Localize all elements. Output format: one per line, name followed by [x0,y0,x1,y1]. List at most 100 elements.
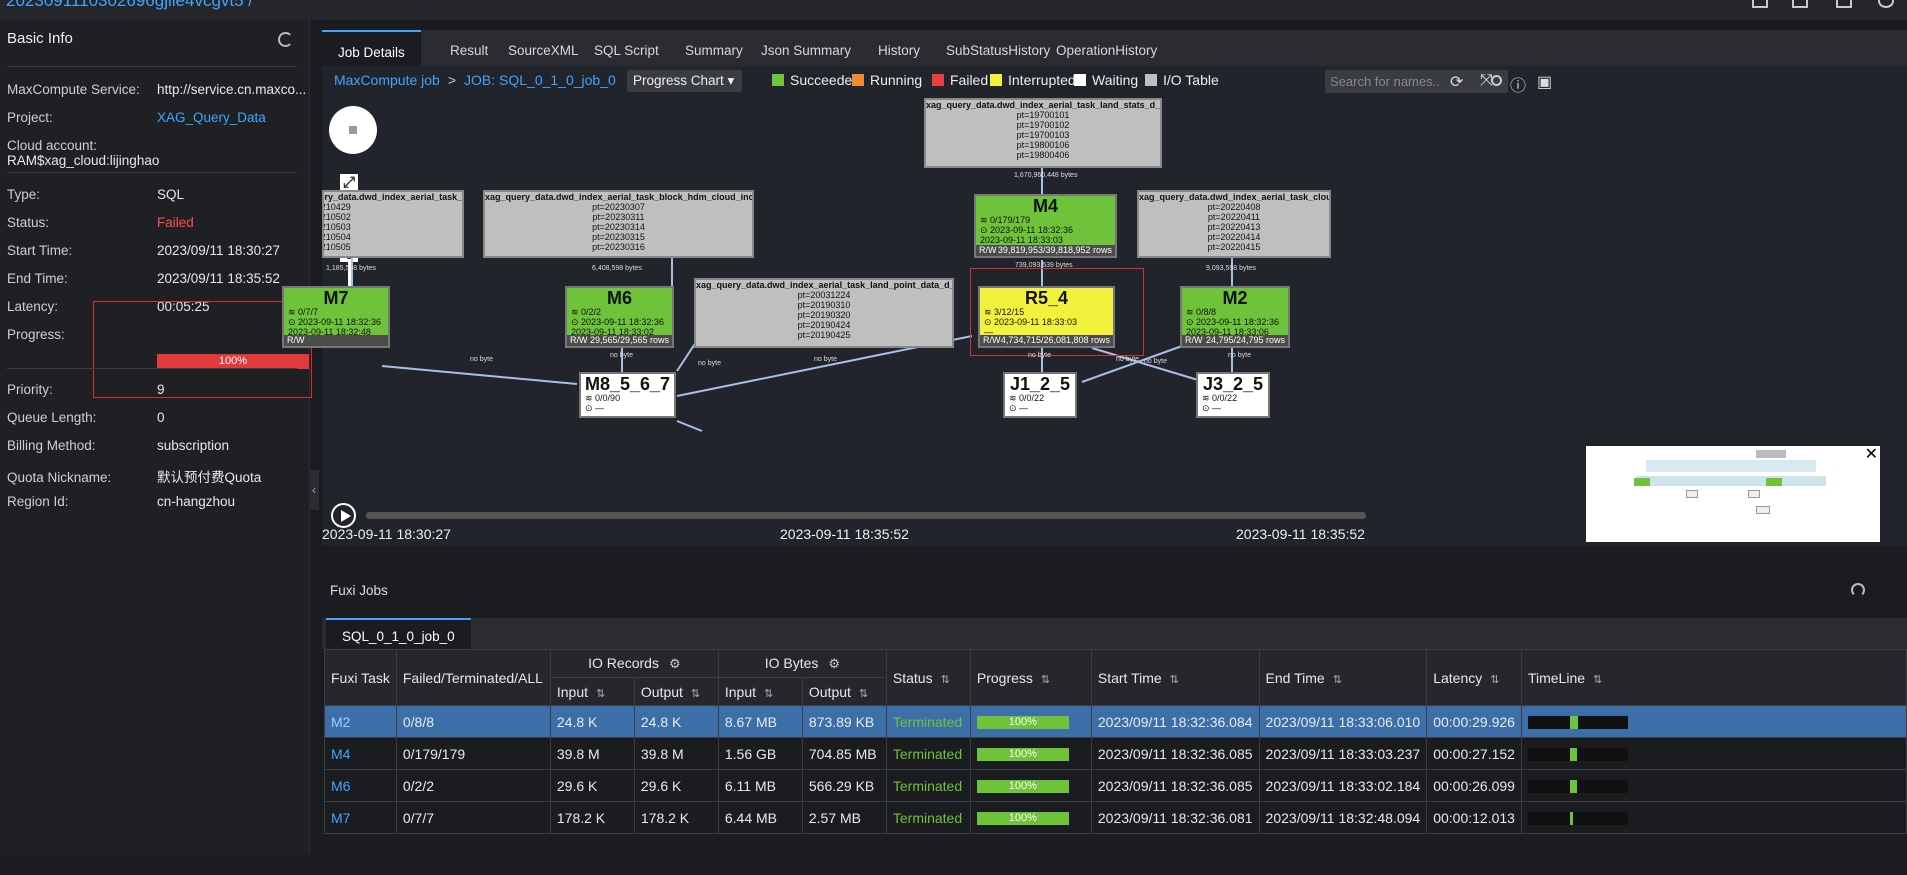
timeline-track[interactable] [366,512,1366,519]
sort-icon[interactable]: ⇅ [1170,674,1179,686]
node-value: 0/7/7 [298,307,319,317]
cell-task[interactable]: M7 [324,801,397,834]
io-table-land-stats[interactable]: xag_query_data.dwd_index_aerial_task_lan… [924,98,1162,168]
node-rw-rows: R/W 39,819,953/39,818,952 rows [976,245,1115,256]
table-row[interactable]: M7 0/7/7 178.2 K 178.2 K 6.44 MB 2.57 MB Termi… [324,801,1907,834]
col-records-output[interactable]: Output ⇅ [633,677,719,706]
clock-icon: ⊙ [1009,403,1020,413]
node-value: 0/179/179 [990,215,1031,225]
job-id-link[interactable]: 2023091110302696gjiie4vcgvt5 / [6,0,253,11]
node-m8-5-6-7[interactable]: M8_5_6_7 ≋ 0/0/90 ⊙ — [579,372,676,418]
tab-job-details[interactable]: Job Details [322,30,421,66]
col-status[interactable]: Status ⇅ [885,649,971,706]
sort-icon[interactable]: ⇅ [1490,674,1499,686]
cell-task[interactable]: M2 [324,705,397,738]
graph-minimap[interactable]: ✕ [1586,446,1880,542]
table-row[interactable]: M6 0/2/2 29.6 K 29.6 K 6.11 MB 566.29 KB Termi… [324,769,1907,802]
output-label: Output [808,683,851,700]
cell-task[interactable]: M4 [324,737,397,770]
col-fuxi-task[interactable]: Fuxi Task [324,649,397,706]
info-value: SQL [157,187,185,202]
clock-icon: ⊙ [585,403,596,413]
io-table-land-point[interactable]: xag_query_data.dwd_index_aerial_task_lan… [694,278,954,348]
node-j3-2-5[interactable]: J3_2_5 ≋ 0/0/22 ⊙ — [1196,372,1270,418]
timeline-start: 2023-09-11 18:30:27 [322,526,451,542]
partition-item: pt=20220413 [1207,222,1261,232]
node-m4[interactable]: M4 ≋ 0/179/179 ⊙ 2023-09-11 18:32:36 2023-… [974,194,1117,258]
divider [7,66,297,67]
sort-icon[interactable]: ⇅ [691,688,700,700]
partition-list: pt=20031224 pt=20190310 pt=20190320 pt=2019… [696,290,952,346]
tab-summary[interactable]: Summary [685,30,743,66]
node-m6[interactable]: M6 ≋ 0/2/2 ⊙ 2023-09-11 18:32:36 2023-09-1… [565,286,674,348]
tab-sql-script[interactable]: SQL Script [594,30,659,66]
settings-icon[interactable] [1878,0,1894,8]
tab-sql-job[interactable]: SQL_0_1_0_job_0 [326,618,471,649]
sort-icon[interactable]: ⇅ [1593,674,1602,686]
col-bytes-output[interactable]: Output ⇅ [801,677,887,706]
cell-bin: 6.11 MB [717,769,803,802]
node-line: ⊙ — [1198,403,1268,413]
collapse-panel-handle[interactable]: ‹ [309,470,319,510]
info-value[interactable]: XAG_Query_Data [157,110,266,125]
col-failed-terminated-all[interactable]: Failed/Terminated/ALL [395,649,551,706]
cell-bin: 6.44 MB [717,801,803,834]
node-value: 2023-09-11 18:32:36 [990,225,1073,235]
cell-tl [1520,705,1907,738]
sort-icon[interactable]: ⇅ [1041,674,1050,686]
minimize-icon[interactable] [1792,0,1808,8]
tab-sourcexml[interactable]: SourceXML [508,30,579,66]
col-timeline[interactable]: TimeLine ⇅ [1520,649,1907,706]
io-table-hdm-user[interactable]: xag_query_data.dwd_index_aerial_task_blo… [322,190,464,258]
tab-result[interactable]: Result [450,30,488,66]
partition-item: pt=20220408 [1207,202,1261,212]
save-icon[interactable] [1836,0,1852,8]
node-value: 2023-09-11 18:33:03 [980,235,1063,245]
node-j1-2-5[interactable]: J1_2_5 ≋ 0/0/22 ⊙ — [1003,372,1077,418]
sort-icon[interactable]: ⇅ [859,688,868,700]
node-m2[interactable]: M2 ≋ 0/8/8 ⊙ 2023-09-11 18:32:36 2023-09-1… [1180,286,1290,348]
sort-icon[interactable]: ⇅ [941,674,950,686]
node-m7[interactable]: M7 ≋ 0/7/7 ⊙ 2023-09-11 18:32:36 2023-09-1… [282,286,390,348]
instances-icon: ≋ [980,215,991,225]
io-table-name: xag_query_data.dwd_index_aerial_task_blo… [485,192,754,202]
tab-history[interactable]: History [878,30,920,66]
table-row[interactable]: M2 0/8/8 24.8 K 24.8 K 8.67 MB 873.89 KB Termi… [324,705,1907,738]
cell-latency: 00:00:26.099 [1426,769,1522,802]
sort-icon[interactable]: ⇅ [1333,674,1342,686]
close-icon[interactable]: ✕ [1865,444,1878,464]
cell-start: 2023/09/11 18:32:36.081 [1090,801,1260,834]
cell-rin: 39.8 M [549,737,635,770]
node-name: M8_5_6_7 [584,374,671,394]
node-value: — [595,403,605,413]
sort-icon[interactable]: ⇅ [596,688,605,700]
refresh-icon[interactable] [278,32,293,47]
table-row[interactable]: M4 0/179/179 39.8 M 39.8 M 1.56 GB 704.85 MB T… [324,737,1907,770]
node-line: ≋ 0/0/90 [581,393,674,403]
sort-icon[interactable]: ⇅ [764,688,773,700]
node-value: 0/2/2 [581,307,602,317]
io-table-hdm-cloud[interactable]: xag_query_data.dwd_index_aerial_task_blo… [483,190,754,258]
edge-label: no byte [470,356,493,363]
info-row: Region Id: cn-hangzhou [7,494,235,509]
col-progress[interactable]: Progress ⇅ [969,649,1092,706]
refresh-icon[interactable] [1851,583,1865,597]
tab-json-summary[interactable]: Json Summary [761,30,851,66]
col-start-time[interactable]: Start Time ⇅ [1090,649,1260,706]
tab-substatushistory[interactable]: SubStatusHistory [946,30,1050,66]
edge-label: no byte [1144,358,1167,365]
cell-task[interactable]: M6 [324,769,397,802]
col-end-time[interactable]: End Time ⇅ [1258,649,1428,706]
cell-status: Terminated [885,801,971,834]
start-time-label: Start Time [1097,669,1162,686]
col-records-input[interactable]: Input ⇅ [549,677,635,706]
tab-operationhistory[interactable]: OperationHistory [1056,30,1157,66]
gear-icon[interactable]: ⚙ [828,656,840,671]
gear-icon[interactable]: ⚙ [669,656,681,671]
io-table-aerial-cloud[interactable]: xag_query_data.dwd_index_aerial_task_clo… [1137,190,1331,258]
edit-icon[interactable] [1752,0,1768,8]
play-button[interactable] [331,503,356,528]
col-bytes-input[interactable]: Input ⇅ [717,677,803,706]
timeline-end: 2023-09-11 18:35:52 [1236,526,1365,542]
col-latency[interactable]: Latency ⇅ [1426,649,1522,706]
